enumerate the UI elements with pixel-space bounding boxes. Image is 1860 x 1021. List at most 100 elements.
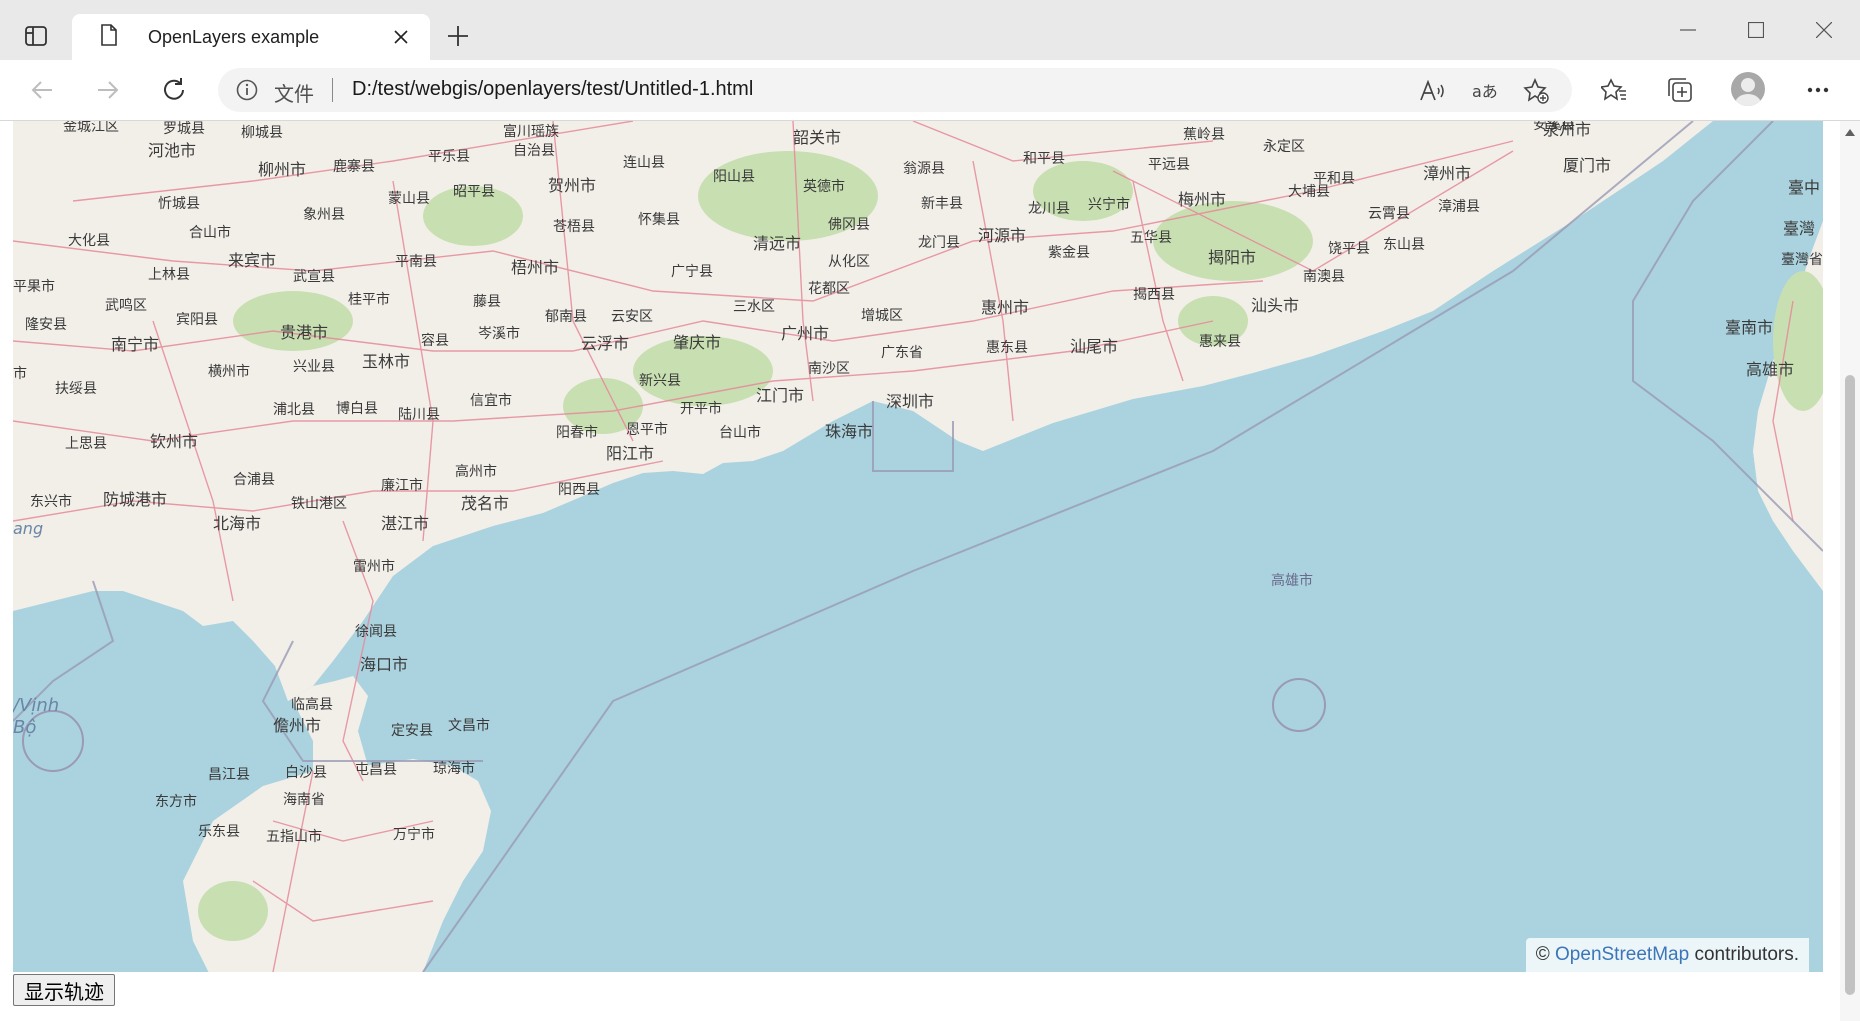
map-label: 富川瑶族 bbox=[503, 123, 559, 140]
tab-active[interactable]: OpenLayers example bbox=[72, 14, 430, 60]
osm-link[interactable]: OpenStreetMap bbox=[1555, 944, 1689, 965]
scroll-up-arrow-icon[interactable] bbox=[1844, 127, 1856, 137]
add-favorite-icon[interactable] bbox=[1522, 77, 1550, 105]
back-icon[interactable] bbox=[22, 70, 62, 110]
address-bar[interactable]: 文件 D:/test/webgis/openlayers/test/Untitl… bbox=[218, 68, 1572, 112]
map-label: 惠东县 bbox=[986, 340, 1028, 356]
map-label: 合山市 bbox=[189, 224, 231, 241]
map-label: 阳山县 bbox=[713, 169, 755, 185]
map-label: 藤县 bbox=[473, 294, 501, 310]
translate-icon[interactable]: aあ bbox=[1472, 77, 1500, 105]
window-close-icon[interactable] bbox=[1800, 10, 1848, 50]
osm-map-tiles[interactable]: 金城江区 罗城县 柳城县 富川瑶族 韶关市 自治县 泉州市 河池市 平乐县 连山… bbox=[13, 121, 1823, 972]
map-label: 新兴县 bbox=[639, 373, 681, 389]
svg-text:aあ: aあ bbox=[1472, 82, 1498, 101]
map-label: 防城港市 bbox=[103, 490, 167, 509]
map-label: 东山县 bbox=[1383, 237, 1425, 253]
map-label: 博白县 bbox=[336, 400, 378, 417]
map-label: 揭西县 bbox=[1133, 287, 1175, 303]
collections-icon[interactable] bbox=[1662, 72, 1698, 108]
map-label: 浦北县 bbox=[273, 402, 315, 418]
map-label: 漳州市 bbox=[1423, 164, 1471, 183]
map-label: 阳西县 bbox=[558, 482, 600, 498]
map-label: 和平县 bbox=[1023, 151, 1065, 167]
map-label: 雷州市 bbox=[353, 558, 395, 575]
map-label: 兴业县 bbox=[293, 359, 335, 375]
map-label: 铁山港区 bbox=[291, 496, 347, 512]
map-label: 宾阳县 bbox=[176, 312, 218, 328]
map-label: 平果市 bbox=[13, 278, 55, 295]
map-label: 云安区 bbox=[611, 309, 653, 325]
map-label: 新丰县 bbox=[921, 196, 963, 212]
map-label: 儋州市 bbox=[273, 716, 321, 735]
map-label: 南澳县 bbox=[1303, 269, 1345, 285]
page-viewport: 金城江区 罗城县 柳城县 富川瑶族 韶关市 自治县 泉州市 河池市 平乐县 连山… bbox=[0, 121, 1840, 1021]
map-label: 漳浦县 bbox=[1438, 198, 1480, 215]
url-text[interactable]: D:/test/webgis/openlayers/test/Untitled-… bbox=[352, 78, 753, 101]
map-label: 龙门县 bbox=[918, 235, 960, 251]
map-label: 东方市 bbox=[155, 793, 197, 810]
forward-icon[interactable] bbox=[88, 70, 128, 110]
map-label: 花都区 bbox=[808, 281, 850, 297]
map-label: 南沙区 bbox=[808, 361, 850, 377]
map-label: 茂名市 bbox=[461, 494, 509, 513]
scroll-thumb[interactable] bbox=[1845, 375, 1855, 995]
map-label: 紫金县 bbox=[1048, 245, 1090, 261]
map-label: 湛江市 bbox=[381, 514, 429, 533]
map-label: 臺中 bbox=[1788, 178, 1820, 197]
map-label: 梅州市 bbox=[1178, 190, 1226, 209]
map-label: 平远县 bbox=[1148, 157, 1190, 173]
map-label: 忻城县 bbox=[158, 196, 200, 212]
map-label: /Vịnh bbox=[13, 695, 59, 716]
map-label: 上思县 bbox=[65, 436, 107, 452]
tab-title: OpenLayers example bbox=[148, 26, 320, 47]
address-separator bbox=[332, 78, 333, 102]
new-tab-icon[interactable] bbox=[440, 18, 476, 54]
map-label: 韶关市 bbox=[793, 128, 841, 147]
map-label: 琼海市 bbox=[433, 760, 475, 777]
map-label: 信宜市 bbox=[470, 392, 512, 409]
more-menu-icon[interactable] bbox=[1800, 72, 1836, 108]
read-aloud-icon[interactable] bbox=[1418, 77, 1446, 105]
map-label: 合浦县 bbox=[233, 472, 275, 488]
map-label: 钦州市 bbox=[150, 432, 198, 451]
profile-avatar[interactable] bbox=[1731, 72, 1765, 106]
refresh-icon[interactable] bbox=[154, 70, 194, 110]
map-label: 北海市 bbox=[213, 514, 261, 533]
tab-close-icon[interactable] bbox=[386, 22, 416, 52]
tab-actions-icon[interactable] bbox=[14, 14, 58, 58]
map-label: 广州市 bbox=[781, 324, 829, 343]
map-label: 贵港市 bbox=[280, 323, 328, 342]
map-label: 东兴市 bbox=[30, 493, 72, 510]
map-label: 贺州市 bbox=[548, 176, 596, 195]
minimize-icon[interactable] bbox=[1664, 10, 1712, 50]
attribution-prefix: © bbox=[1535, 944, 1556, 965]
map-container[interactable]: 金城江区 罗城县 柳城县 富川瑶族 韶关市 自治县 泉州市 河池市 平乐县 连山… bbox=[13, 121, 1823, 972]
map-label: 惠州市 bbox=[981, 298, 1029, 317]
map-label: 昭平县 bbox=[453, 184, 495, 200]
map-label: 深圳市 bbox=[886, 392, 934, 411]
site-info-icon[interactable] bbox=[236, 79, 258, 101]
map-label: 大化县 bbox=[68, 233, 110, 249]
map-label: 武宣县 bbox=[293, 269, 335, 285]
map-label: 江门市 bbox=[756, 386, 804, 405]
map-label: 蒙山县 bbox=[388, 191, 430, 207]
page-scrollbar[interactable] bbox=[1840, 121, 1860, 1021]
map-label: 五华县 bbox=[1130, 230, 1172, 246]
map-label: 金城江区 bbox=[63, 121, 119, 135]
map-label: 文昌市 bbox=[448, 717, 490, 734]
maximize-icon[interactable] bbox=[1732, 10, 1780, 50]
map-label: 臺灣 bbox=[1783, 219, 1815, 238]
map-label: 英德市 bbox=[803, 178, 845, 195]
map-label: 大埔县 bbox=[1288, 184, 1330, 200]
map-label: 乐东县 bbox=[198, 824, 240, 840]
map-label: 清远市 bbox=[753, 234, 801, 253]
map-label: Bộ bbox=[13, 717, 36, 738]
scheme-label: 文件 bbox=[274, 84, 314, 106]
map-label: 高雄市 bbox=[1746, 360, 1794, 379]
favorites-icon[interactable] bbox=[1596, 72, 1632, 108]
map-label: 玉林市 bbox=[362, 352, 410, 371]
map-label: 臺南市 bbox=[1725, 318, 1773, 337]
show-track-button[interactable]: 显示轨迹 bbox=[13, 974, 115, 1006]
map-label: 郁南县 bbox=[545, 309, 587, 325]
